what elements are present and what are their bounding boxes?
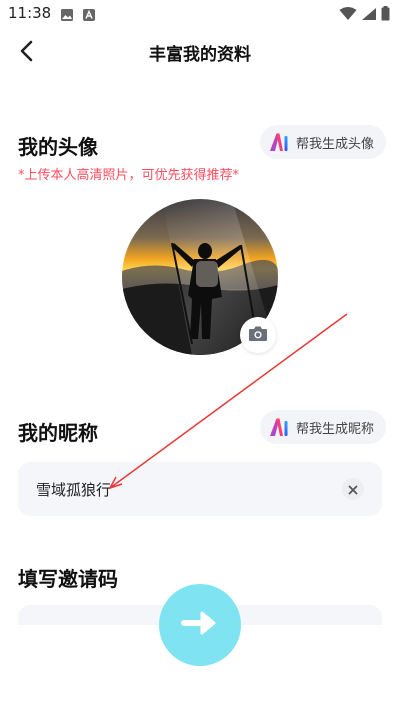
arrow-right-icon	[180, 609, 220, 641]
clear-nickname-button[interactable]	[342, 478, 364, 500]
nickname-field-container	[18, 462, 382, 516]
close-icon	[348, 480, 358, 499]
ai-generate-avatar-label: 帮我生成头像	[295, 136, 374, 152]
avatar-section-title: 我的头像	[18, 135, 98, 159]
app-icon	[82, 7, 96, 26]
status-time: 11:38	[8, 4, 52, 22]
next-button[interactable]	[159, 584, 241, 666]
invite-section-title: 填写邀请码	[18, 567, 118, 591]
status-bar: 11:38	[0, 0, 400, 28]
ai-generate-nickname-label: 帮我生成昵称	[295, 421, 374, 437]
ai-generate-avatar-button[interactable]: 帮我生成头像	[259, 125, 386, 159]
image-icon	[60, 7, 74, 26]
nickname-input[interactable]	[36, 462, 336, 516]
camera-icon	[248, 325, 268, 346]
avatar-hint-text: *上传本人高清照片，可优先获得推荐*	[18, 168, 240, 183]
page-title: 丰富我的资料	[149, 45, 251, 65]
wifi-icon	[339, 6, 357, 25]
ai-generate-nickname-button[interactable]: 帮我生成昵称	[259, 410, 386, 444]
header: 丰富我的资料	[0, 30, 400, 74]
signal-icon	[361, 6, 377, 25]
camera-button[interactable]	[240, 317, 276, 353]
avatar-container	[122, 199, 278, 355]
ai-logo-icon	[268, 417, 290, 437]
ai-logo-icon	[268, 132, 290, 152]
nickname-section-title: 我的昵称	[18, 421, 98, 445]
battery-icon	[381, 6, 390, 25]
